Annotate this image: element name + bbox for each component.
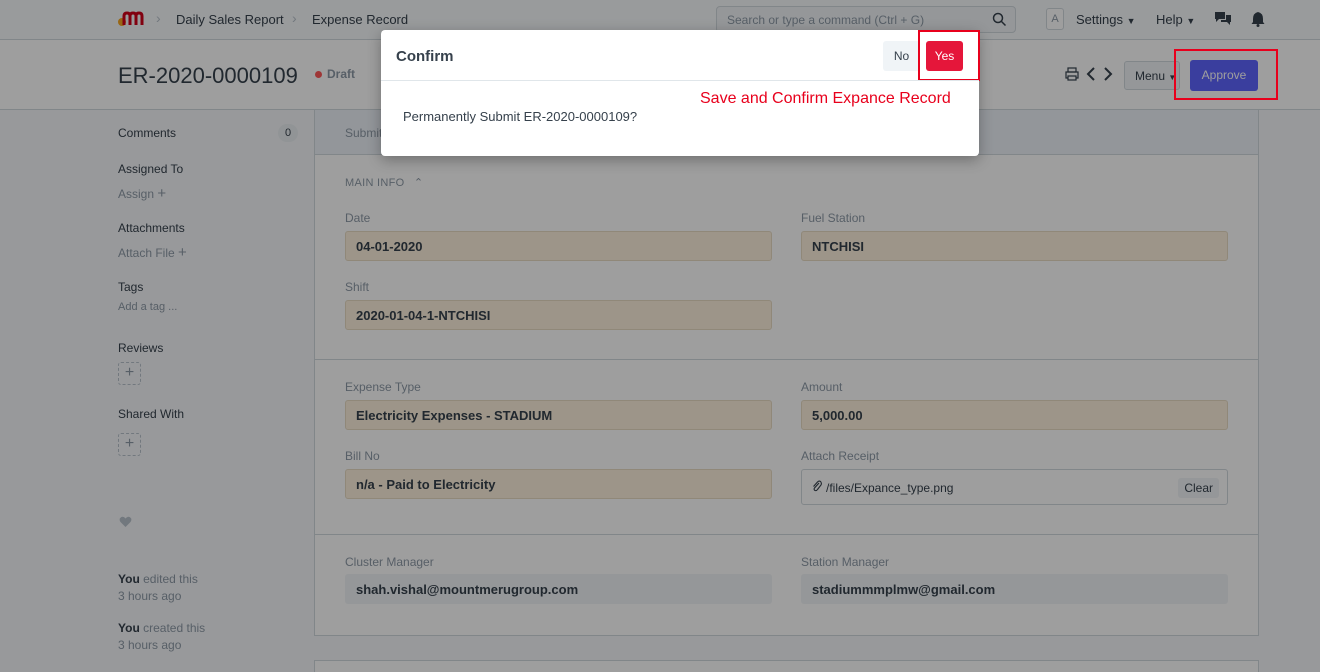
highlight-box-yes [918,30,980,81]
highlight-box-approve [1174,49,1278,100]
dialog-title: Confirm [396,48,454,65]
no-button[interactable]: No [883,41,920,71]
annotation-text: Save and Confirm Expance Record [700,90,951,107]
confirm-dialog: Confirm No Yes Save and Confirm Expance … [381,30,980,156]
dialog-message: Permanently Submit ER-2020-0000109? [403,109,638,124]
dialog-header-divider [381,80,979,81]
